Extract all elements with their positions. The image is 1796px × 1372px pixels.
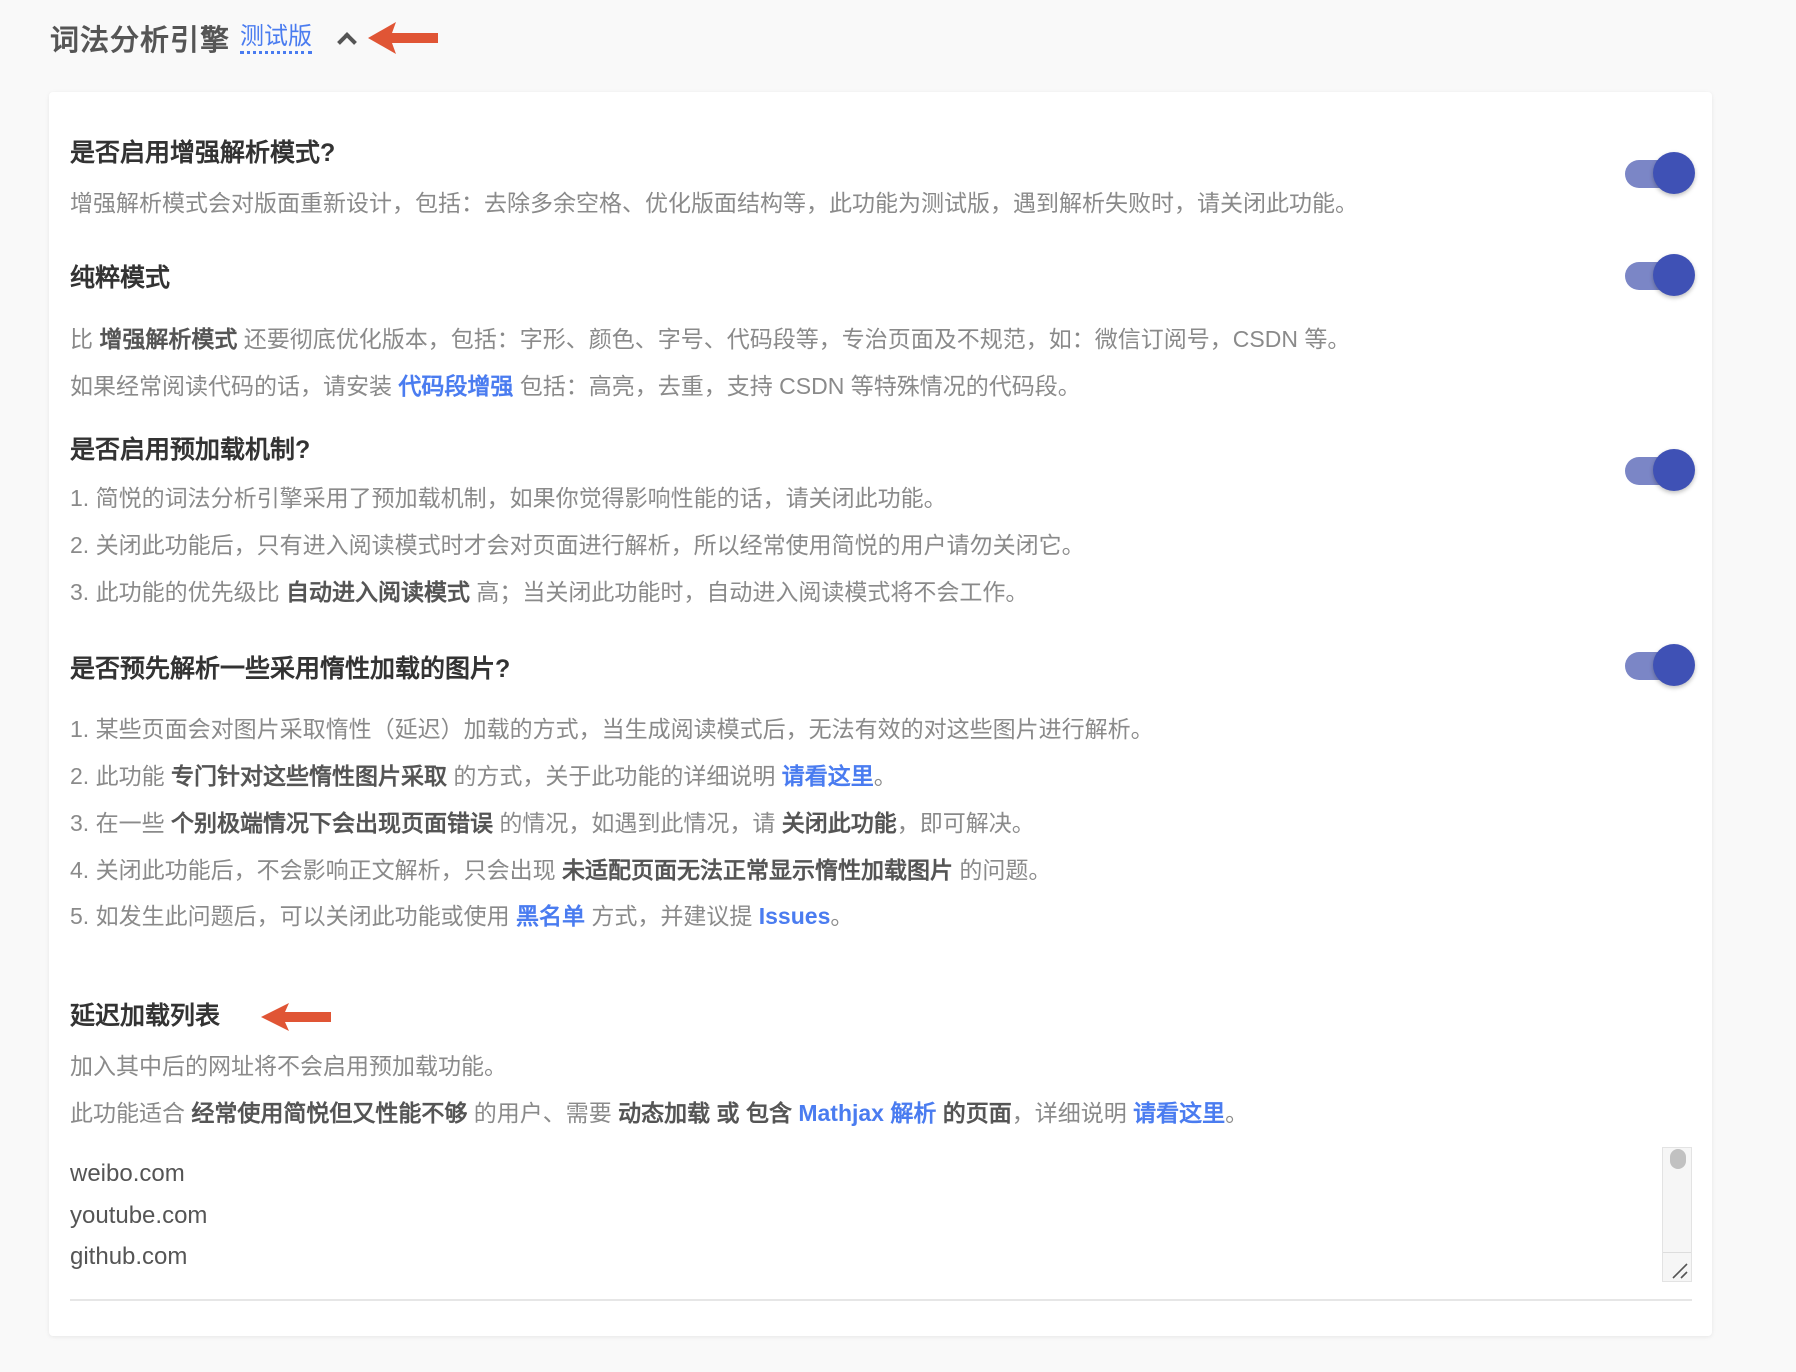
- text: 4. 关闭此功能后，不会影响正文解析，只会出现: [70, 857, 562, 883]
- bold-text: 未适配页面无法正常显示惰性加载图片: [561, 857, 953, 883]
- setting-description-line: 1. 某些页面会对图片采取惰性（延迟）加载的方式，当生成阅读模式后，无法有效的对…: [70, 714, 1154, 744]
- text: 高；当关闭此功能时，自动进入阅读模式将不会工作。: [469, 579, 1029, 605]
- textarea-scrollbar[interactable]: [1662, 1147, 1692, 1282]
- lazy-list-url: github.com: [70, 1243, 188, 1270]
- text: 方式，并建议提: [584, 903, 759, 929]
- lazy-list-url: weibo.com: [70, 1160, 185, 1187]
- settings-card: weibo.com youtube.com github.com 是否启用增强解析模…: [49, 92, 1712, 1336]
- setting-title: 是否预先解析一些采用惰性加载的图片?: [70, 655, 511, 683]
- text: 加入其中后的网址将不会启用预加载功能。: [70, 1053, 507, 1079]
- toggle-thumb[interactable]: [1653, 644, 1695, 686]
- setting-description-line: 1. 简悦的词法分析引擎采用了预加载机制，如果你觉得影响性能的话，请关闭此功能。: [70, 483, 947, 513]
- bold-text: 动态加载 或 包含: [618, 1100, 792, 1126]
- text: 3. 在一些: [70, 810, 171, 836]
- bold-text: 经常使用简悦但又性能不够: [191, 1100, 468, 1126]
- text: 。: [830, 903, 854, 929]
- resize-handle-icon[interactable]: [1663, 1252, 1691, 1281]
- text: 此功能适合: [70, 1100, 192, 1126]
- scrollbar-thumb[interactable]: [1670, 1149, 1686, 1169]
- text: 。: [1225, 1100, 1249, 1126]
- setting-description-line: 此功能适合 经常使用简悦但又性能不够 的用户、需要 动态加载 或 包含 Math…: [70, 1098, 1248, 1128]
- text: 2. 此功能: [70, 763, 171, 789]
- inline-link[interactable]: Issues: [759, 903, 831, 929]
- setting-description-line: 增强解析模式会对版面重新设计，包括：去除多余空格、优化版面结构等，此功能为测试版…: [70, 188, 1358, 218]
- bold-text: 增强解析模式: [99, 326, 238, 352]
- text: ，详细说明: [1011, 1100, 1134, 1126]
- lazy-list-url: youtube.com: [70, 1202, 208, 1229]
- toggle-switch[interactable]: [1625, 152, 1695, 196]
- red-arrow-icon: [368, 22, 438, 54]
- text: 的问题。: [952, 857, 1052, 883]
- toggle-thumb[interactable]: [1653, 449, 1695, 491]
- inline-link[interactable]: 代码段增强: [398, 373, 513, 399]
- text: 的情况，如遇到此情况，请: [492, 810, 782, 836]
- text: ，即可解决。: [896, 810, 1035, 836]
- setting-description-line: 加入其中后的网址将不会启用预加载功能。: [70, 1051, 507, 1081]
- setting-description-line: 比 增强解析模式 还要彻底优化版本，包括：字形、颜色、字号、代码段等，专治页面及…: [70, 324, 1350, 354]
- text: 。: [873, 763, 897, 789]
- text: 增强解析模式会对版面重新设计，包括：去除多余空格、优化版面结构等，此功能为测试版…: [70, 190, 1358, 216]
- text: 5. 如发生此问题后，可以关闭此功能或使用: [70, 903, 516, 929]
- setting-title: 是否启用预加载机制?: [70, 436, 311, 464]
- bold-text: 关闭此功能: [781, 810, 897, 836]
- inline-link[interactable]: Mathjax 解析: [798, 1100, 936, 1126]
- text: 包括：高亮，去重，支持 CSDN 等特殊情况的代码段。: [513, 373, 1081, 399]
- bold-text: 个别极端情况下会出现页面错误: [170, 810, 493, 836]
- text: 的方式，关于此功能的详细说明: [446, 763, 782, 789]
- text: 1. 某些页面会对图片采取惰性（延迟）加载的方式，当生成阅读模式后，无法有效的对…: [70, 716, 1154, 742]
- toggle-switch[interactable]: [1625, 254, 1695, 298]
- text: 比: [70, 326, 100, 352]
- setting-description-line: 3. 在一些 个别极端情况下会出现页面错误 的情况，如遇到此情况，请 关闭此功能…: [70, 808, 1035, 838]
- bold-text: 的页面: [942, 1100, 1012, 1126]
- section-header: 词法分析引擎 测试版: [50, 16, 358, 60]
- bold-text: 专门针对这些惰性图片采取: [170, 763, 447, 789]
- text: 2. 关闭此功能后，只有进入阅读模式时才会对页面进行解析，所以经常使用简悦的用户…: [70, 532, 1085, 558]
- text: 如果经常阅读代码的话，请安装: [70, 373, 399, 399]
- toggle-thumb[interactable]: [1653, 254, 1695, 296]
- textarea-underline: [70, 1299, 1692, 1301]
- lazy-list-textarea[interactable]: weibo.com youtube.com github.com: [70, 1147, 1692, 1282]
- inline-link[interactable]: 黑名单: [516, 903, 585, 929]
- chevron-up-icon[interactable]: [334, 26, 358, 50]
- toggle-switch[interactable]: [1625, 449, 1695, 493]
- setting-title: 纯粹模式: [70, 264, 171, 292]
- setting-description-line: 3. 此功能的优先级比 自动进入阅读模式 高；当关闭此功能时，自动进入阅读模式将…: [70, 577, 1028, 607]
- setting-description-line: 5. 如发生此问题后，可以关闭此功能或使用 黑名单 方式，并建议提 Issues…: [70, 901, 853, 931]
- section-title: 词法分析引擎: [50, 25, 231, 57]
- text: 的用户、需要: [467, 1100, 619, 1126]
- setting-description-line: 2. 此功能 专门针对这些惰性图片采取 的方式，关于此功能的详细说明 请看这里。: [70, 761, 897, 791]
- text: 3. 此功能的优先级比: [70, 579, 286, 605]
- text: 1. 简悦的词法分析引擎采用了预加载机制，如果你觉得影响性能的话，请关闭此功能。: [70, 485, 947, 511]
- inline-link[interactable]: 请看这里: [782, 763, 874, 789]
- red-arrow-icon: [261, 1003, 331, 1031]
- toggle-thumb[interactable]: [1653, 152, 1695, 194]
- setting-description-line: 如果经常阅读代码的话，请安装 代码段增强 包括：高亮，去重，支持 CSDN 等特…: [70, 371, 1081, 401]
- setting-title: 延迟加载列表: [70, 1002, 221, 1030]
- setting-description-line: 2. 关闭此功能后，只有进入阅读模式时才会对页面进行解析，所以经常使用简悦的用户…: [70, 530, 1085, 560]
- beta-badge-link[interactable]: 测试版: [240, 23, 313, 54]
- setting-description-line: 4. 关闭此功能后，不会影响正文解析，只会出现 未适配页面无法正常显示惰性加载图…: [70, 855, 1051, 885]
- setting-title: 是否启用增强解析模式?: [70, 139, 336, 167]
- bold-text: 自动进入阅读模式: [285, 579, 470, 605]
- inline-link[interactable]: 请看这里: [1133, 1100, 1225, 1126]
- toggle-switch[interactable]: [1625, 644, 1695, 688]
- text: 还要彻底优化版本，包括：字形、颜色、字号、代码段等，专治页面及不规范，如：微信订…: [237, 326, 1351, 352]
